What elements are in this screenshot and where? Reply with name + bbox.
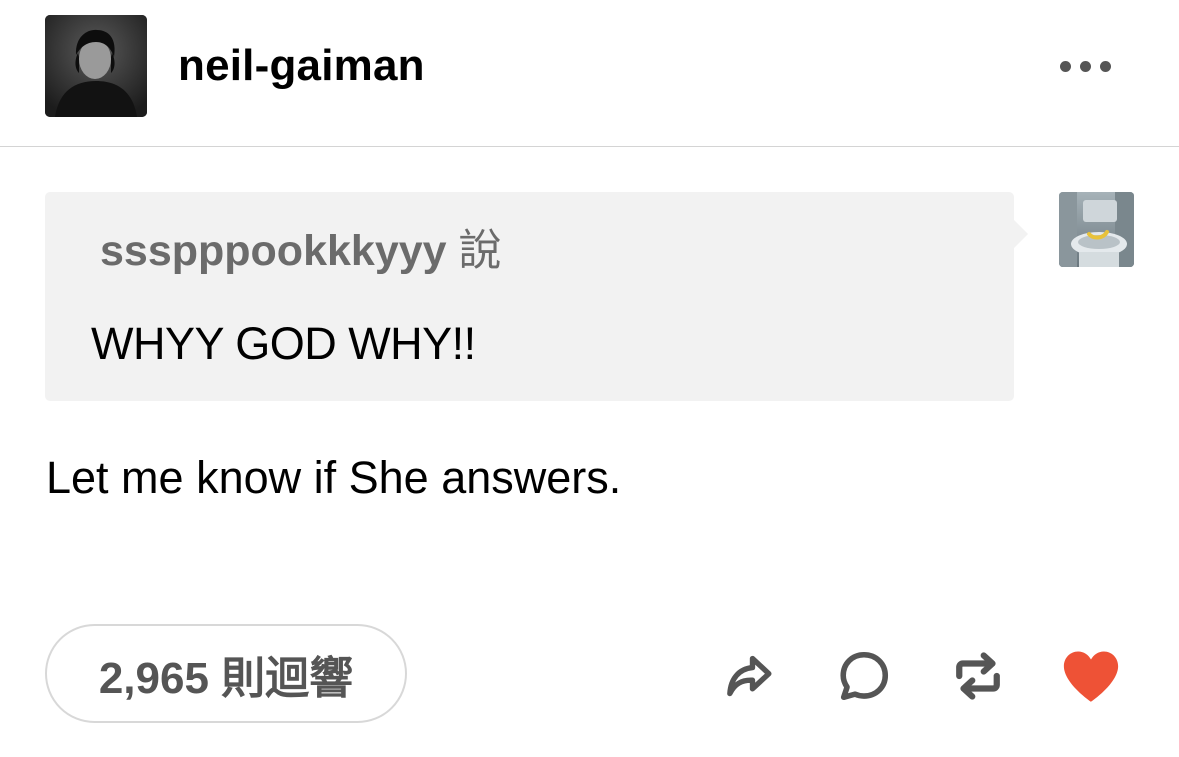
reply-icon[interactable]	[832, 644, 896, 708]
dot	[1099, 60, 1111, 72]
heart-icon[interactable]	[1059, 644, 1123, 708]
answer-text: Let me know if She answers.	[46, 452, 622, 503]
asker-avatar[interactable]	[1059, 192, 1134, 267]
asker-suffix: 說	[458, 227, 502, 275]
more-options-icon[interactable]	[1050, 50, 1120, 82]
asker-name[interactable]: ssspppookkkyyy	[100, 227, 447, 275]
notes-button[interactable]: 2,965 則迴響	[45, 624, 407, 723]
ask-question: WHYY GOD WHY!!	[91, 318, 476, 369]
reblog-icon[interactable]	[946, 644, 1010, 708]
blog-avatar[interactable]	[45, 15, 147, 117]
post-header: neil-gaiman	[0, 0, 1179, 147]
dot	[1059, 60, 1071, 72]
dot	[1079, 60, 1091, 72]
ask-bubble: ssspppookkkyyy 說 WHYY GOD WHY!!	[45, 192, 1028, 401]
asker-line: ssspppookkkyyy 說	[100, 226, 502, 276]
notes-count: 2,965 則迴響	[98, 653, 354, 703]
blog-name[interactable]: neil-gaiman	[178, 40, 425, 92]
share-icon[interactable]	[717, 644, 781, 708]
